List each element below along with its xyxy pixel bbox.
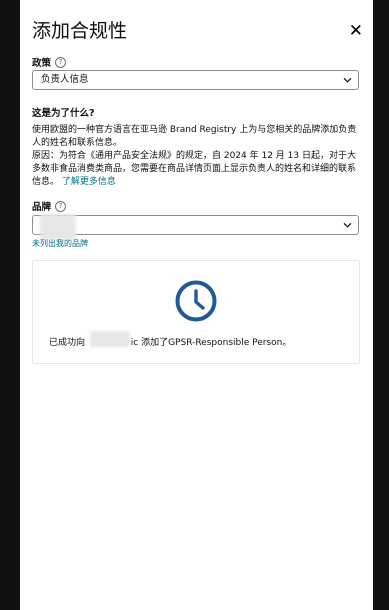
policy-label: 政策 [32, 58, 52, 69]
redacted-brand-in-status [90, 331, 130, 347]
redacted-brand-name [40, 214, 76, 240]
chevron-down-icon [343, 223, 352, 228]
learn-more-link[interactable]: 了解更多信息 [62, 177, 116, 187]
status-card: 已成功向 ic 添加了GPSR-Responsible Person。 [32, 260, 360, 364]
help-icon[interactable]: ? [55, 56, 67, 68]
compliance-panel: 添加合规性 ✕ 政策 ? 负责人信息 这是为了什么? 使用欧盟的一种官方语言在亚… [20, 0, 373, 610]
status-message: 已成功向 ic 添加了GPSR-Responsible Person。 [49, 335, 291, 348]
info-line-1: 使用欧盟的一种官方语言在亚马逊 Brand Registry 上为与您相关的品牌… [32, 125, 357, 148]
brand-label-row: 品牌 ? [32, 199, 67, 213]
policy-label-row: 政策 ? [32, 55, 67, 69]
status-prefix: 已成功向 [49, 338, 86, 348]
panel-title: 添加合规性 [32, 20, 128, 42]
info-description: 使用欧盟的一种官方语言在亚马逊 Brand Registry 上为与您相关的品牌… [32, 124, 362, 189]
clock-icon [175, 280, 217, 322]
chevron-down-icon [343, 78, 352, 83]
close-icon[interactable]: ✕ [349, 21, 363, 41]
brand-select[interactable] [32, 215, 359, 235]
policy-selected-value: 负责人信息 [41, 74, 89, 85]
status-suffix: ic 添加了GPSR-Responsible Person。 [130, 338, 292, 348]
info-title: 这是为了什么? [32, 108, 95, 119]
brand-not-listed-link[interactable]: 未列出我的品牌 [32, 238, 88, 249]
info-line-2: 原因：为符合《通用产品安全法规》的规定，自 2024 年 12 月 13 日起，… [32, 150, 362, 189]
brand-label: 品牌 [32, 202, 52, 213]
help-icon[interactable]: ? [55, 200, 67, 212]
policy-select[interactable]: 负责人信息 [32, 70, 359, 90]
